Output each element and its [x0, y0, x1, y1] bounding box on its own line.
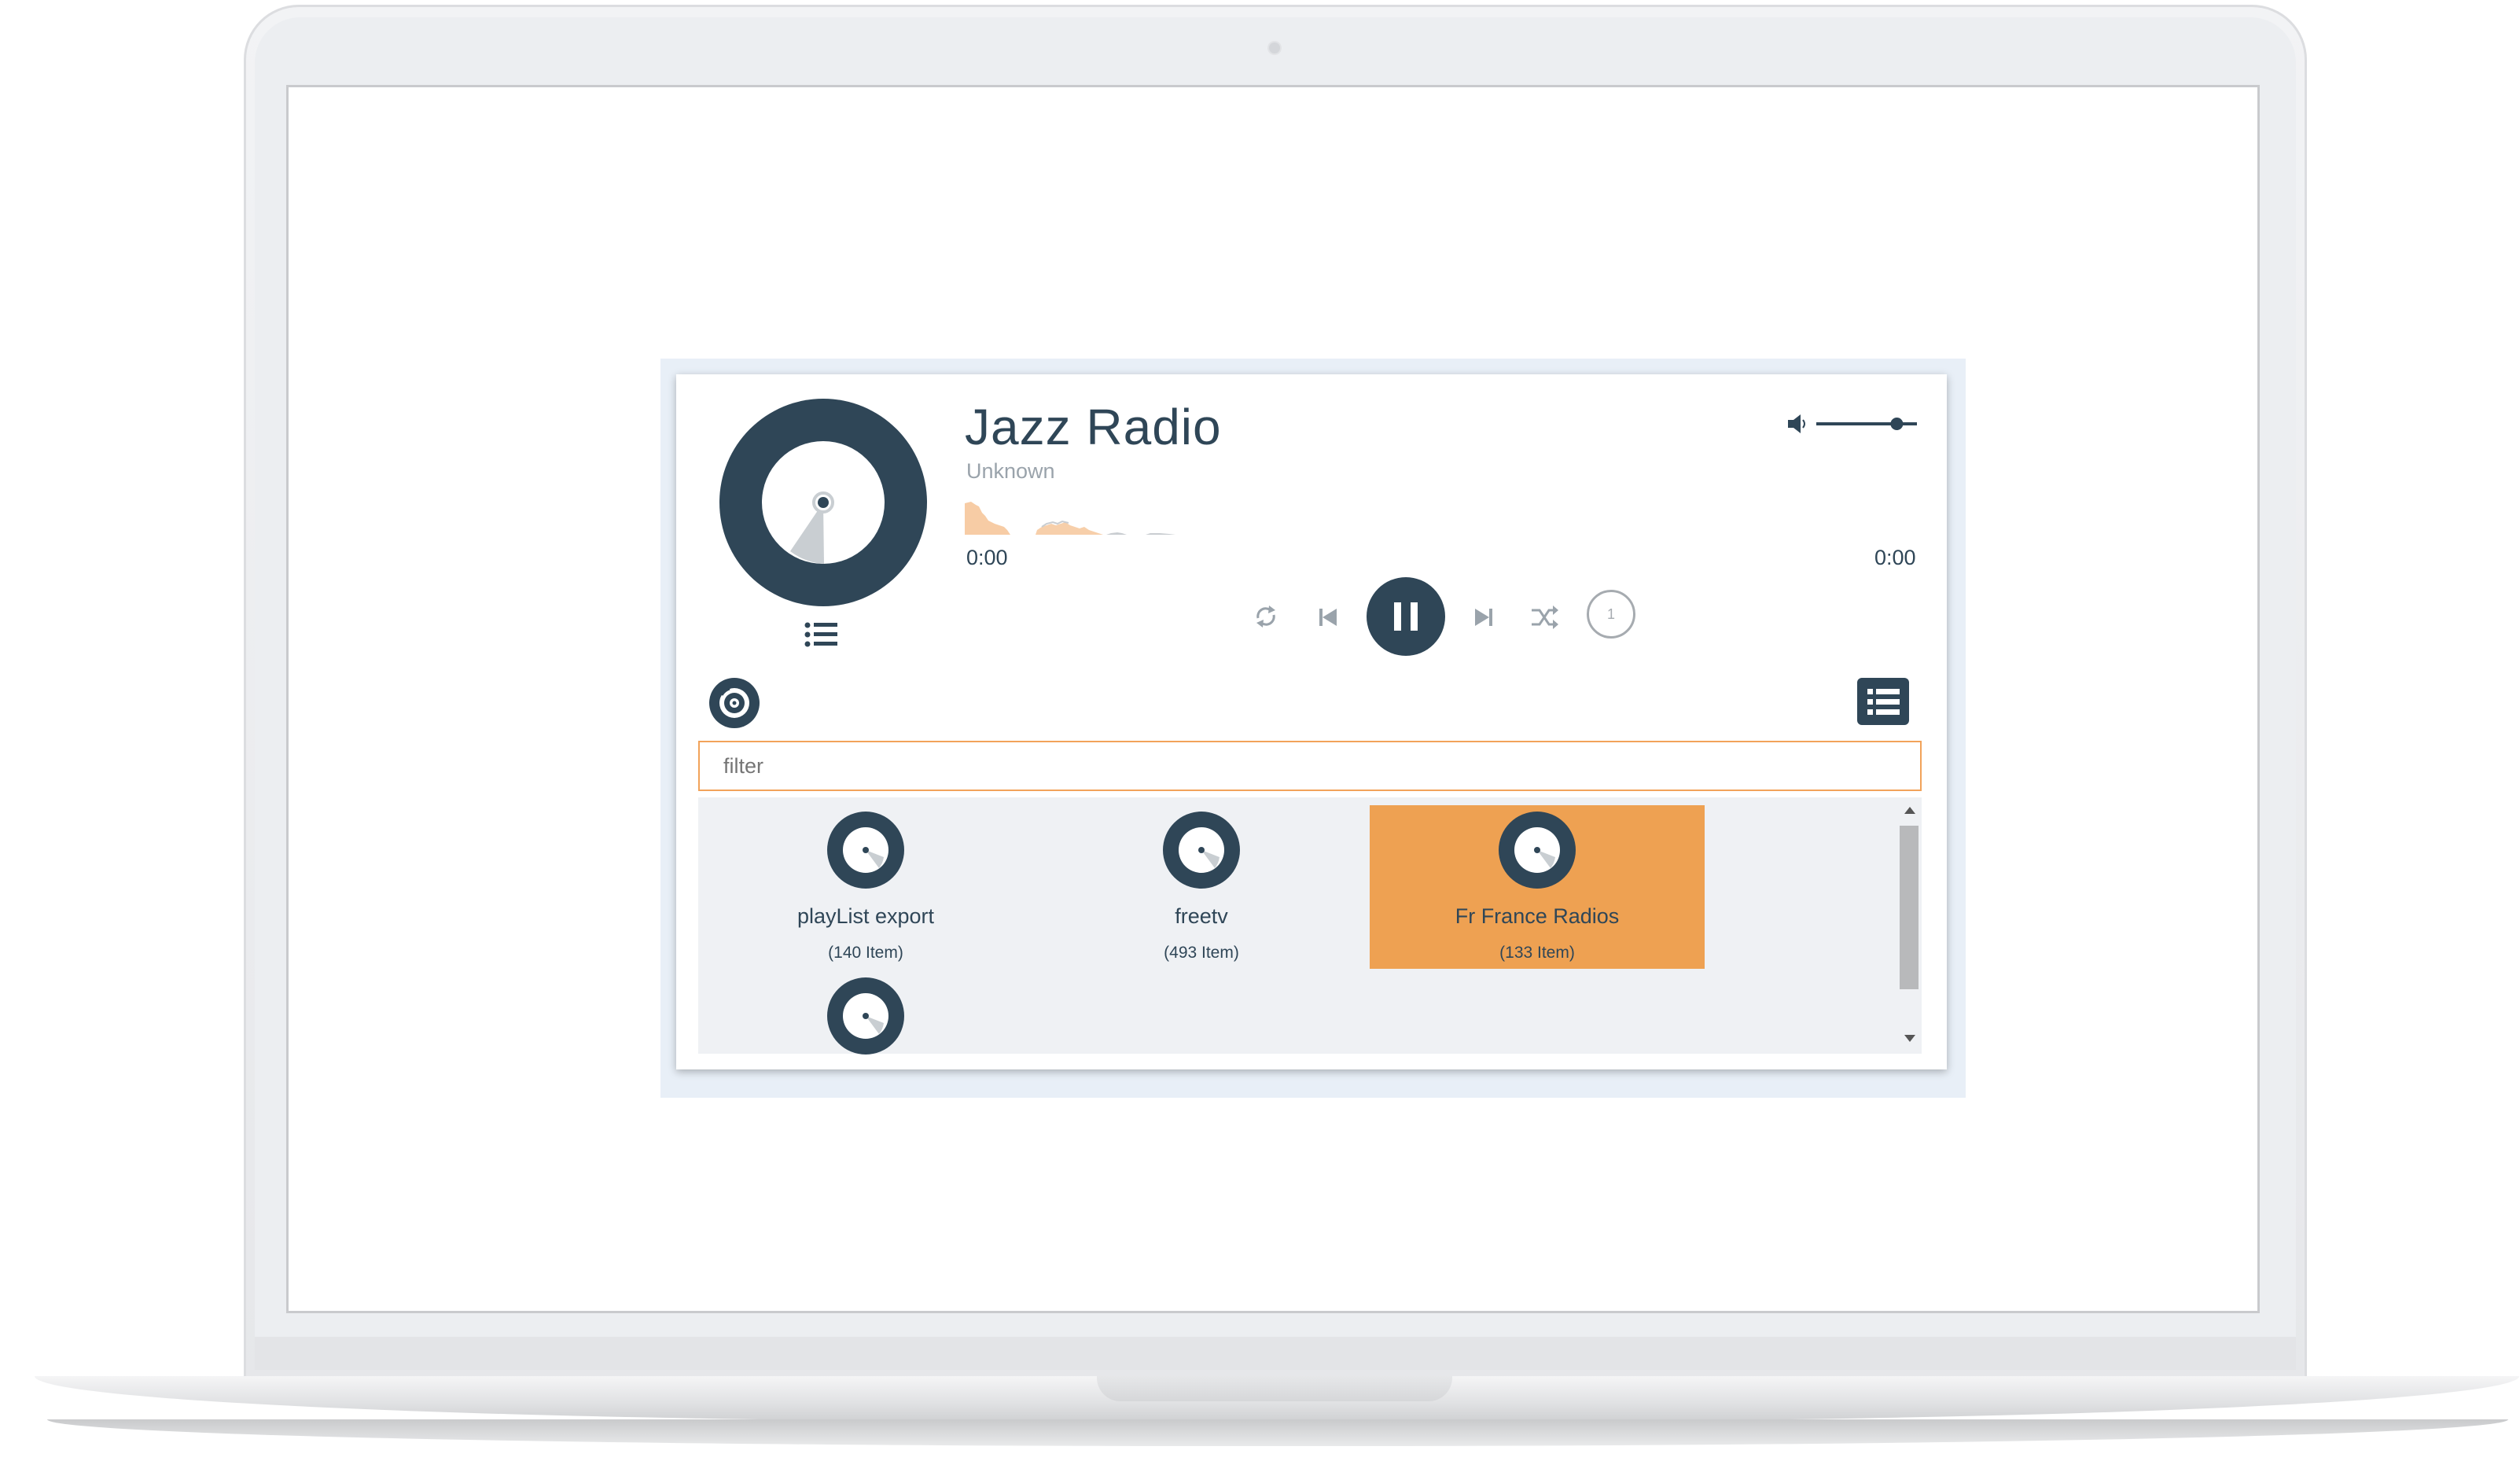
speaker-icon: [1788, 414, 1805, 433]
cd-icon[interactable]: [709, 678, 760, 728]
album-disc-icon: [719, 399, 927, 606]
list-icon[interactable]: [804, 621, 838, 648]
disc-icon[interactable]: [827, 977, 904, 1055]
playlist-count: (133 Item): [1499, 944, 1575, 962]
laptop-hinge: [255, 1337, 2296, 1370]
queue-count-button[interactable]: 1: [1587, 590, 1635, 639]
scroll-up-arrow-icon[interactable]: [1904, 807, 1915, 814]
disc-icon: [1499, 812, 1576, 889]
shuffle-icon[interactable]: [1529, 602, 1560, 632]
volume-control[interactable]: [1786, 412, 1920, 436]
skip-previous-icon[interactable]: [1313, 602, 1343, 632]
playlist-tile[interactable]: playList export (140 Item): [698, 805, 1033, 969]
scroll-thumb[interactable]: [1900, 826, 1919, 989]
playlist-count: (493 Item): [1164, 944, 1239, 962]
scroll-down-arrow-icon[interactable]: [1904, 1035, 1915, 1042]
laptop-base-edge: [47, 1419, 2508, 1446]
playlist-icon[interactable]: [1857, 678, 1909, 725]
disc-icon: [1163, 812, 1240, 889]
track-artist: Unknown: [966, 459, 1055, 483]
laptop-notch: [1097, 1376, 1452, 1401]
track-title: Jazz Radio: [965, 399, 1222, 455]
playlist-tile[interactable]: freetv (493 Item): [1034, 805, 1369, 969]
playlist-count: (140 Item): [828, 944, 903, 962]
playlist-name: freetv: [1175, 904, 1228, 928]
playlist-tile-selected[interactable]: Fr France Radios (133 Item): [1370, 805, 1705, 969]
time-total: 0:00: [1874, 546, 1916, 569]
time-elapsed: 0:00: [966, 546, 1008, 569]
playlist-name: playList export: [796, 904, 935, 928]
waveform[interactable]: [965, 495, 1201, 535]
pause-button[interactable]: [1367, 577, 1445, 656]
skip-next-icon[interactable]: [1469, 602, 1499, 632]
disc-icon: [827, 812, 904, 889]
grid-scrollbar[interactable]: [1896, 797, 1922, 1054]
playlist-name: Fr France Radios: [1455, 904, 1620, 928]
repeat-icon[interactable]: [1250, 601, 1282, 632]
filter-input[interactable]: [698, 741, 1922, 791]
camera-dot: [1269, 42, 1280, 53]
volume-knob: [1890, 418, 1904, 430]
